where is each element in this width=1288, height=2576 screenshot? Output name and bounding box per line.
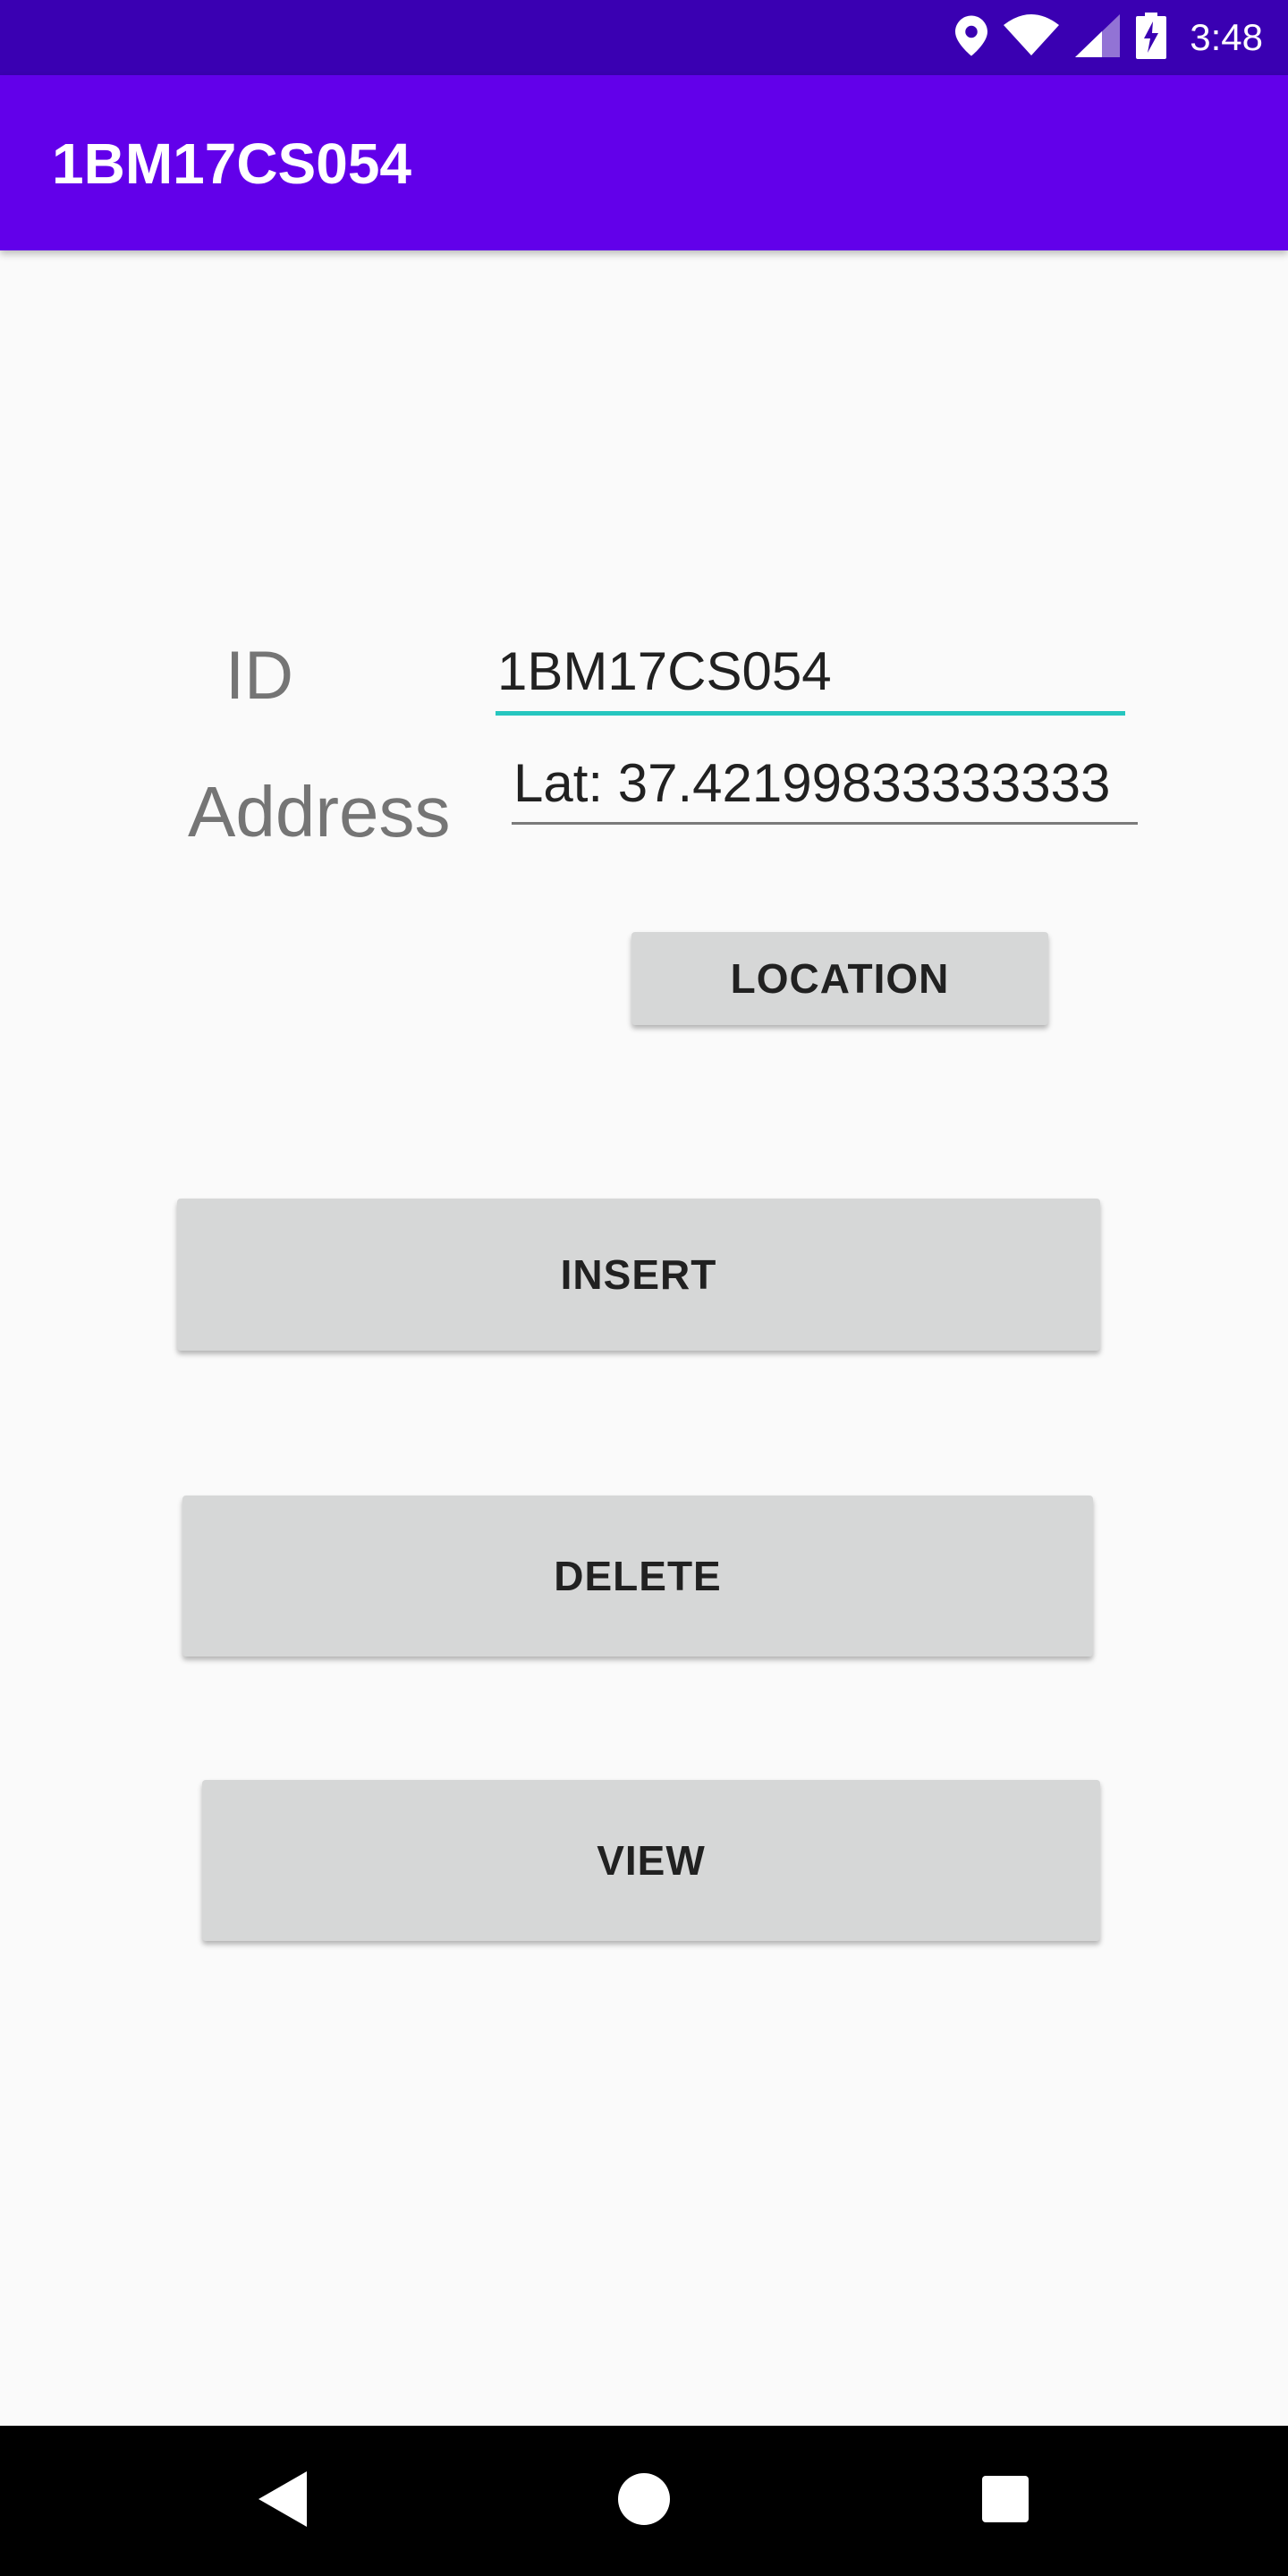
status-time: 3:48 <box>1190 16 1263 58</box>
insert-button[interactable]: INSERT <box>177 1199 1100 1351</box>
recents-icon <box>982 2475 1029 2527</box>
navigation-bar <box>0 2426 1288 2576</box>
wifi-icon <box>1004 13 1060 62</box>
address-input[interactable] <box>512 744 1138 825</box>
home-icon <box>617 2472 671 2530</box>
back-button[interactable] <box>211 2426 354 2576</box>
delete-button[interactable]: DELETE <box>182 1496 1093 1657</box>
address-label: Address <box>188 772 451 852</box>
home-button[interactable] <box>572 2426 716 2576</box>
location-button[interactable]: LOCATION <box>631 932 1048 1025</box>
app-screen: 3:48 1BM17CS054 ID Address LOCATION INSE… <box>0 0 1288 2576</box>
status-bar: 3:48 <box>0 0 1288 75</box>
id-input[interactable] <box>496 631 1125 716</box>
address-field-wrapper <box>512 744 1138 825</box>
app-bar: 1BM17CS054 <box>0 75 1288 250</box>
location-pin-icon <box>955 15 988 61</box>
view-button[interactable]: VIEW <box>202 1780 1100 1941</box>
id-field-wrapper <box>496 631 1125 716</box>
status-icons: 3:48 <box>955 0 1263 75</box>
app-title: 1BM17CS054 <box>52 131 411 196</box>
back-icon <box>258 2470 307 2531</box>
id-label: ID <box>225 638 293 714</box>
cell-signal-icon <box>1075 13 1121 62</box>
battery-charging-icon <box>1136 12 1167 64</box>
recents-button[interactable] <box>934 2426 1077 2576</box>
